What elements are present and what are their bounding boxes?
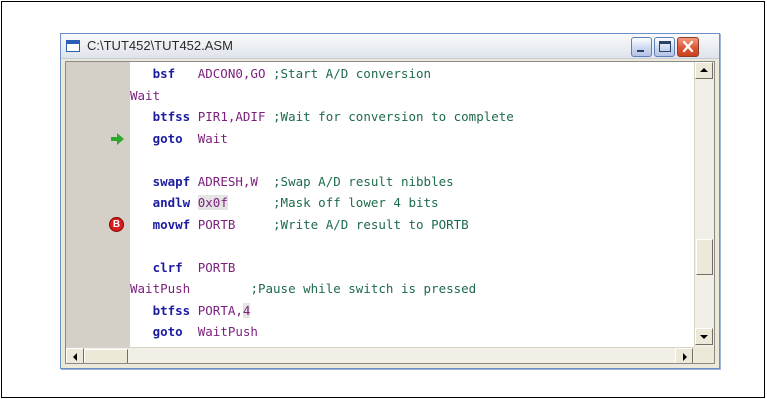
- code-mnemonic: goto: [152, 130, 183, 146]
- code-line[interactable]: btfss PIR1,ADIF ;Wait for conversion to …: [130, 107, 514, 127]
- editor-window: C:\TUT452\TUT452.ASM B bsf ADCON0,GO ;St…: [60, 33, 720, 369]
- scroll-right-button[interactable]: [675, 348, 693, 363]
- code-operands: WaitPush: [197, 324, 258, 339]
- code-comment: ;Wait for conversion to complete: [273, 109, 514, 124]
- code-operands: PORTB: [197, 216, 236, 232]
- code-operands: PORTA,4: [197, 302, 251, 318]
- maximize-icon: [659, 41, 671, 52]
- title-bar[interactable]: C:\TUT452\TUT452.ASM: [61, 34, 719, 59]
- code-area[interactable]: bsf ADCON0,GO ;Start A/D conversion Wait …: [130, 62, 694, 347]
- code-mnemonic: clrf: [152, 259, 183, 275]
- code-mnemonic: btfss: [152, 109, 191, 124]
- vertical-scrollbar[interactable]: [694, 62, 714, 347]
- scroll-up-button[interactable]: [695, 62, 713, 79]
- highlighted-token: 0x0f: [197, 195, 228, 210]
- code-mnemonic: btfss: [152, 302, 191, 318]
- code-line[interactable]: bsf ADCON0,GO ;Start A/D conversion: [130, 64, 431, 84]
- code-line[interactable]: goto Wait: [130, 129, 228, 149]
- code-comment: ;Pause while switch is pressed: [250, 281, 477, 296]
- arrow-up-icon: [700, 68, 708, 72]
- code-comment: ;Mask off lower 4 bits: [273, 195, 439, 210]
- close-button[interactable]: [677, 37, 699, 57]
- red-breakpoint-icon[interactable]: B: [109, 216, 124, 232]
- scrollbar-corner: [694, 347, 714, 363]
- code-line[interactable]: goto WaitPush: [130, 322, 258, 342]
- minimize-icon: [637, 50, 644, 52]
- highlighted-token: 4: [242, 302, 251, 318]
- code-line[interactable]: swapf ADRESH,W ;Swap A/D result nibbles: [130, 172, 454, 192]
- document-icon: [66, 40, 80, 52]
- scroll-down-button[interactable]: [695, 328, 713, 345]
- code-mnemonic: movwf: [152, 216, 191, 232]
- horizontal-scrollbar[interactable]: [66, 347, 694, 363]
- green-arrow-icon: [111, 132, 124, 145]
- code-line[interactable]: andlw 0x0f ;Mask off lower 4 bits: [130, 193, 439, 213]
- code-comment: ;Swap A/D result nibbles: [273, 173, 454, 189]
- code-comment: ;Start A/D conversion: [273, 66, 432, 81]
- code-line[interactable]: btfss PORTA,4: [130, 301, 251, 321]
- code-operands: PORTB: [197, 259, 236, 275]
- arrow-right-icon: [683, 353, 687, 361]
- editor-gutter[interactable]: B: [66, 62, 130, 347]
- code-line[interactable]: clrf PORTB: [130, 258, 236, 278]
- code-mnemonic: goto: [152, 324, 183, 339]
- code-operands: Wait: [197, 130, 228, 146]
- code-line[interactable]: Wait: [130, 86, 160, 106]
- horizontal-scroll-thumb[interactable]: [84, 349, 128, 363]
- code-mnemonic: andlw: [152, 195, 191, 210]
- code-mnemonic: swapf: [152, 173, 191, 189]
- code-operands: 0x0f: [197, 195, 228, 210]
- code-label: Wait: [130, 87, 161, 103]
- code-comment: ;Write A/D result to PORTB: [273, 216, 469, 232]
- window-title: C:\TUT452\TUT452.ASM: [87, 38, 233, 53]
- code-operands: ADRESH,W: [197, 173, 258, 189]
- code-mnemonic: bsf: [152, 66, 176, 81]
- code-line[interactable]: movwf PORTB ;Write A/D result to PORTB: [130, 215, 469, 235]
- close-icon: [682, 40, 694, 53]
- code-operands: PIR1,ADIF: [197, 109, 266, 124]
- code-label: WaitPush: [130, 281, 191, 296]
- scroll-left-button[interactable]: [66, 348, 84, 363]
- vertical-scroll-thumb[interactable]: [696, 238, 713, 275]
- minimize-button[interactable]: [631, 37, 652, 57]
- arrow-left-icon: [73, 353, 77, 361]
- maximize-button[interactable]: [654, 37, 675, 57]
- code-line[interactable]: WaitPush ;Pause while switch is pressed: [130, 279, 476, 299]
- arrow-down-icon: [700, 335, 708, 339]
- code-operands: ADCON0,GO: [197, 66, 266, 81]
- code-editor[interactable]: B bsf ADCON0,GO ;Start A/D conversion Wai…: [65, 61, 715, 364]
